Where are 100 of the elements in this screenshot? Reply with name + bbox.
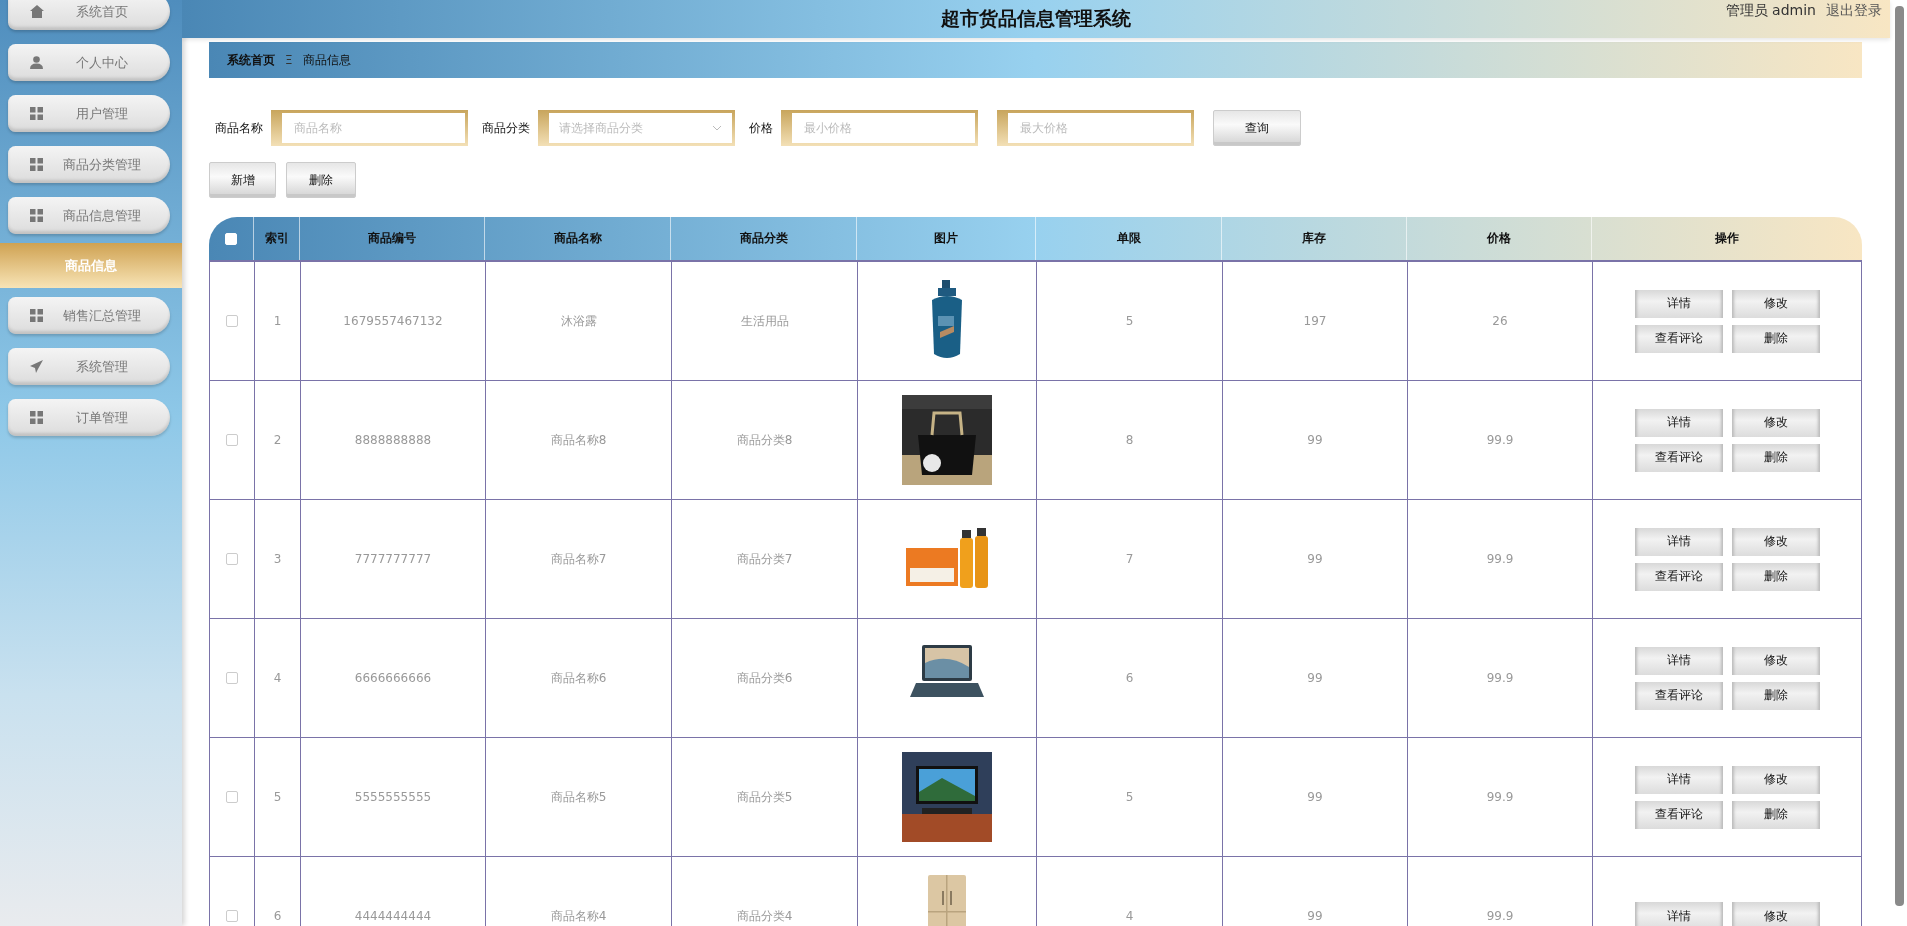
- table-cell: 99.9: [1407, 619, 1592, 737]
- grid-icon: [30, 158, 43, 171]
- field-label: 价格: [749, 119, 773, 137]
- table-cell: 26: [1407, 262, 1592, 380]
- edit-button[interactable]: 修改: [1731, 646, 1820, 675]
- breadcrumb-link[interactable]: 系统首页: [227, 51, 275, 69]
- table-cell: 99: [1222, 738, 1407, 856]
- details-button[interactable]: 详情: [1634, 646, 1723, 675]
- delete-button[interactable]: 删除: [1731, 443, 1820, 472]
- table-cell: 7777777777: [300, 500, 485, 618]
- row-checkbox[interactable]: [226, 910, 238, 922]
- delete-button[interactable]: 删除: [1731, 681, 1820, 710]
- name-field[interactable]: 商品名称: [271, 110, 468, 146]
- sidebar-item[interactable]: 商品分类管理: [8, 146, 170, 183]
- table-cell: 商品分类6: [671, 619, 857, 737]
- edit-button[interactable]: 修改: [1731, 289, 1820, 318]
- table-cell: 商品分类7: [671, 500, 857, 618]
- row-checkbox[interactable]: [226, 553, 238, 565]
- column-header: 单限: [1036, 217, 1222, 260]
- details-button[interactable]: 详情: [1634, 765, 1723, 794]
- breadcrumb-link[interactable]: 商品信息: [302, 51, 351, 69]
- table-cell: 99.9: [1407, 738, 1592, 856]
- grid-icon: [30, 209, 43, 222]
- home-icon: [30, 5, 44, 18]
- user-icon: [30, 56, 43, 69]
- table-cell: 99: [1222, 500, 1407, 618]
- comments-button[interactable]: 查看评论: [1634, 324, 1723, 353]
- table-cell: 5: [1036, 262, 1222, 380]
- row-checkbox[interactable]: [226, 672, 238, 684]
- delete-button[interactable]: 删除: [1731, 324, 1820, 353]
- table-cell: 商品分类8: [671, 381, 857, 499]
- edit-button[interactable]: 修改: [1731, 408, 1820, 437]
- edit-button[interactable]: 修改: [1731, 527, 1820, 556]
- edit-button[interactable]: 修改: [1731, 902, 1820, 926]
- delete-button[interactable]: 删除: [1731, 562, 1820, 591]
- details-button[interactable]: 详情: [1634, 408, 1723, 437]
- min-price-field[interactable]: 最小价格: [781, 110, 978, 146]
- column-header: 商品编号: [300, 217, 485, 260]
- field-label: 商品分类: [482, 119, 530, 137]
- details-button[interactable]: 详情: [1634, 902, 1723, 926]
- comments-button[interactable]: 查看评论: [1634, 443, 1723, 472]
- table-cell: 99.9: [1407, 857, 1592, 926]
- sidebar-item[interactable]: 系统首页: [8, 0, 170, 30]
- comments-button[interactable]: 查看评论: [1634, 681, 1723, 710]
- details-button[interactable]: 详情: [1634, 289, 1723, 318]
- sidebar-item[interactable]: 订单管理: [8, 399, 170, 436]
- table-cell: 8888888888: [300, 381, 485, 499]
- table-cell: 商品分类4: [671, 857, 857, 926]
- delete-button[interactable]: 删除: [286, 162, 356, 198]
- sidebar-item[interactable]: 商品信息管理: [8, 197, 170, 234]
- table-cell: 4: [1036, 857, 1222, 926]
- row-checkbox[interactable]: [226, 791, 238, 803]
- delete-button[interactable]: 删除: [1731, 800, 1820, 829]
- table-cell: 99: [1222, 857, 1407, 926]
- user-label: 管理员 admin: [1725, 2, 1816, 20]
- paper-plane-icon: [30, 360, 43, 373]
- table-cell: 6: [254, 857, 300, 926]
- table-cell: 99: [1222, 619, 1407, 737]
- table-cell: 商品分类5: [671, 738, 857, 856]
- table-cell: 4: [254, 619, 300, 737]
- details-button[interactable]: 详情: [1634, 527, 1723, 556]
- edit-button[interactable]: 修改: [1731, 765, 1820, 794]
- column-header: 库存: [1222, 217, 1407, 260]
- column-header: 操作: [1714, 230, 1740, 247]
- sidebar-item[interactable]: 用户管理: [8, 95, 170, 132]
- table-cell: 1: [254, 262, 300, 380]
- table-cell: 生活用品: [671, 262, 857, 380]
- grid-icon: [30, 107, 43, 120]
- table-cell: 4444444444: [300, 857, 485, 926]
- sidebar-item[interactable]: 销售汇总管理: [8, 297, 170, 334]
- column-header: 价格: [1407, 217, 1592, 260]
- row-checkbox[interactable]: [226, 434, 238, 446]
- comments-button[interactable]: 查看评论: [1634, 800, 1723, 829]
- table-cell: 197: [1222, 262, 1407, 380]
- table-cell: 2: [254, 381, 300, 499]
- table-cell: 6: [1036, 619, 1222, 737]
- query-button[interactable]: 查询: [1213, 110, 1301, 146]
- sidebar-item[interactable]: 系统管理: [8, 348, 170, 385]
- add-button[interactable]: 新增: [209, 162, 276, 198]
- row-checkbox[interactable]: [226, 315, 238, 327]
- comments-button[interactable]: 查看评论: [1634, 562, 1723, 591]
- table-cell: 商品名称6: [485, 619, 671, 737]
- select-all-checkbox[interactable]: [225, 232, 237, 245]
- max-price-field[interactable]: 最大价格: [997, 110, 1194, 146]
- column-header: 索引: [254, 217, 300, 260]
- table-cell: 5: [1036, 738, 1222, 856]
- sidebar-item[interactable]: 个人中心: [8, 44, 170, 81]
- table-cell: 5: [254, 738, 300, 856]
- logout-link[interactable]: 退出登录: [1826, 2, 1882, 20]
- table-cell: 商品名称7: [485, 500, 671, 618]
- table-cell: 1679557467132: [300, 262, 485, 380]
- column-header: 商品名称: [485, 217, 671, 260]
- table-cell: 沐浴露: [485, 262, 671, 380]
- field-label: 商品名称: [215, 119, 263, 137]
- grid-icon: [30, 309, 43, 322]
- chevron-down-icon: [712, 125, 722, 131]
- table-cell: 8: [1036, 381, 1222, 499]
- column-header: 商品分类: [671, 217, 857, 260]
- scrollbar[interactable]: [1895, 6, 1904, 906]
- table-cell: 5555555555: [300, 738, 485, 856]
